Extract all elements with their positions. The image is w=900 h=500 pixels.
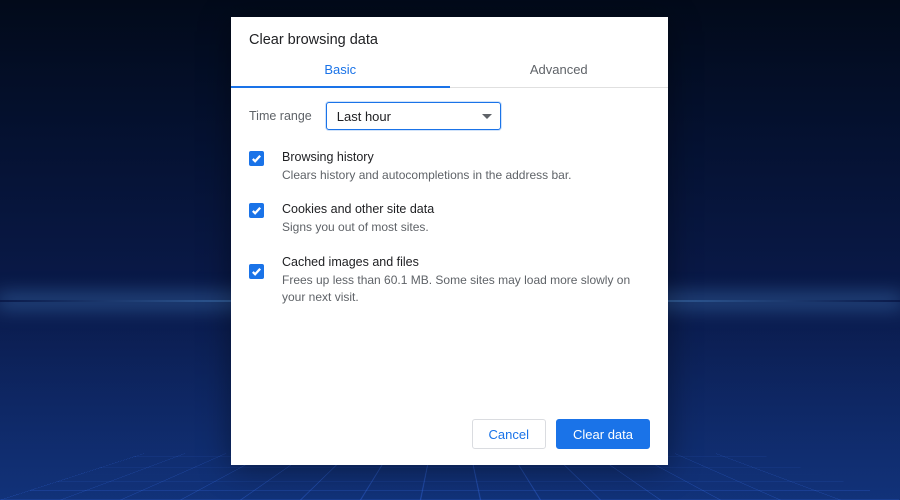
list-item: Browsing history Clears history and auto… (249, 150, 650, 184)
check-icon (251, 205, 262, 216)
item-title: Browsing history (282, 150, 650, 164)
cached-files-checkbox[interactable] (249, 264, 264, 279)
time-range-label: Time range (249, 109, 312, 123)
caret-down-icon (482, 114, 492, 119)
check-icon (251, 266, 262, 277)
dialog-actions: Cancel Clear data (231, 405, 668, 465)
time-range-value: Last hour (337, 109, 391, 124)
browsing-history-checkbox[interactable] (249, 151, 264, 166)
item-title: Cached images and files (282, 255, 650, 269)
clear-browsing-data-dialog: Clear browsing data Basic Advanced Time … (231, 17, 668, 465)
list-item: Cached images and files Frees up less th… (249, 255, 650, 307)
item-title: Cookies and other site data (282, 202, 650, 216)
item-description: Clears history and autocompletions in th… (282, 167, 650, 184)
cookies-checkbox[interactable] (249, 203, 264, 218)
tabs: Basic Advanced (231, 62, 668, 88)
clear-data-button[interactable]: Clear data (556, 419, 650, 449)
item-description: Signs you out of most sites. (282, 219, 650, 236)
time-range-select[interactable]: Last hour (326, 102, 501, 130)
item-description: Frees up less than 60.1 MB. Some sites m… (282, 272, 650, 307)
tab-basic[interactable]: Basic (231, 62, 450, 87)
list-item: Cookies and other site data Signs you ou… (249, 202, 650, 236)
dialog-title: Clear browsing data (231, 17, 668, 62)
cancel-button[interactable]: Cancel (472, 419, 546, 449)
tab-advanced[interactable]: Advanced (450, 62, 669, 87)
check-icon (251, 153, 262, 164)
